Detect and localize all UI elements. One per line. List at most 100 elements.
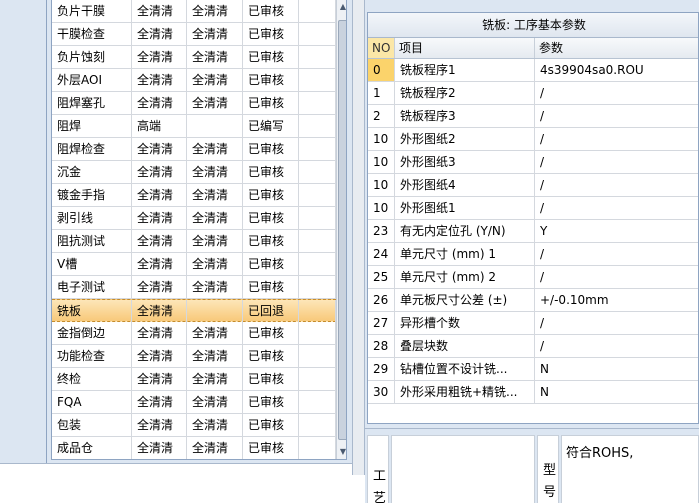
param-row[interactable]: 10 外形图纸1/ (368, 197, 698, 220)
process-mode-cell: 全清清 (132, 184, 187, 206)
process-audit-cell: 已审核 (243, 322, 299, 344)
process-grid-scrollbar[interactable]: ▲ ▼ (336, 0, 346, 459)
process-status-cell: 全清清 (187, 46, 243, 68)
process-extra-cell (299, 230, 336, 252)
process-row[interactable]: 干膜检查 全清清 全清清 已审核 (52, 23, 336, 46)
param-row[interactable]: 10 外形图纸4/ (368, 174, 698, 197)
process-row[interactable]: 外层AOI 全清清 全清清 已审核 (52, 69, 336, 92)
process-status-cell: 全清清 (187, 0, 243, 22)
process-row[interactable]: 阻抗测试 全清清 全清清 已审核 (52, 230, 336, 253)
param-item-cell: 有无内定位孔 (Y/N) (395, 220, 535, 242)
process-audit-cell: 已编写 (243, 115, 299, 137)
process-mode-cell: 全清清 (132, 322, 187, 344)
process-row[interactable]: 沉金 全清清 全清清 已审核 (52, 161, 336, 184)
process-field[interactable] (391, 435, 535, 503)
param-row[interactable]: 24 单元尺寸 (mm) 1/ (368, 243, 698, 266)
process-row[interactable]: 镀金手指 全清清 全清清 已审核 (52, 184, 336, 207)
process-audit-cell: 已审核 (243, 138, 299, 160)
process-row[interactable]: 功能检查 全清清 全清清 已审核 (52, 345, 336, 368)
model-field[interactable]: 符合ROHS, (561, 435, 699, 503)
param-value-cell: / (535, 105, 698, 127)
params-title: 铣板: 工序基本参数 (368, 13, 698, 38)
model-label-box: 型号 (537, 435, 559, 503)
process-status-cell: 全清清 (187, 345, 243, 367)
param-value-cell: / (535, 128, 698, 150)
param-value-cell: / (535, 312, 698, 334)
param-row[interactable]: 0 铣板程序1 4s39904sa0.ROU (368, 59, 698, 82)
process-row[interactable]: FQA 全清清 全清清 已审核 (52, 391, 336, 414)
process-name-cell: 负片干膜 (52, 0, 132, 22)
process-audit-cell: 已审核 (243, 368, 299, 390)
process-name-cell: 阻焊检查 (52, 138, 132, 160)
params-header-row: NO 项目 参数 (368, 38, 698, 59)
process-audit-cell: 已审核 (243, 161, 299, 183)
process-extra-cell (299, 23, 336, 45)
process-name-cell: 沉金 (52, 161, 132, 183)
process-name-cell: 镀金手指 (52, 184, 132, 206)
param-row[interactable]: 28 叠层块数 / (368, 335, 698, 358)
process-audit-cell: 已审核 (243, 0, 299, 22)
process-extra-cell (299, 115, 336, 137)
process-row[interactable]: 成品仓 全清清 全清清 已审核 (52, 437, 336, 459)
process-status-cell: 全清清 (187, 138, 243, 160)
detail-area: 工艺 型号 符合ROHS, (365, 428, 699, 503)
left-nav-strip (0, 0, 47, 463)
process-row[interactable]: 剥引线 全清清 全清清 已审核 (52, 207, 336, 230)
param-row[interactable]: 10 外形图纸3/ (368, 151, 698, 174)
process-row[interactable]: 电子测试 全清清 全清清 已审核 (52, 276, 336, 299)
process-status-cell (187, 115, 243, 137)
param-row[interactable]: 25 单元尺寸 (mm) 2/ (368, 266, 698, 289)
process-name-cell: 电子测试 (52, 276, 132, 298)
model-label: 型号 (543, 463, 557, 500)
param-row[interactable]: 27 异形槽个数 / (368, 312, 698, 335)
scroll-down-icon[interactable]: ▼ (338, 447, 346, 457)
splitter-bottom (352, 475, 365, 503)
panel-splitter[interactable] (352, 0, 365, 475)
process-mode-cell: 全清清 (132, 92, 187, 114)
process-mode-cell: 全清清 (132, 300, 187, 322)
process-status-cell: 全清清 (187, 161, 243, 183)
scroll-up-icon[interactable]: ▲ (338, 2, 346, 12)
param-item-cell: 单元尺寸 (mm) 1 (395, 243, 535, 265)
param-item-cell: 叠层块数 (395, 335, 535, 357)
model-value: 符合ROHS, (566, 446, 634, 461)
process-name-cell: 铣板 (52, 300, 132, 322)
param-no-cell: 25 (368, 266, 395, 288)
params-table: 铣板: 工序基本参数 NO 项目 参数 0 铣板程序1 4s39904sa0.ROU… (367, 12, 699, 424)
process-row[interactable]: 阻焊塞孔 全清清 全清清 已审核 (52, 92, 336, 115)
param-row[interactable]: 1 铣板程序2/ (368, 82, 698, 105)
process-row[interactable]: 负片干膜 全清清 全清清 已审核 (52, 0, 336, 23)
param-no-cell: 26 (368, 289, 395, 311)
header-value[interactable]: 参数 (535, 38, 698, 58)
process-row[interactable]: 金指倒边 全清清 全清清 已审核 (52, 322, 336, 345)
process-row[interactable]: 铣板 全清清 已回退 (52, 299, 336, 322)
process-row[interactable]: 阻焊 高端 已编写 (52, 115, 336, 138)
process-extra-cell (299, 414, 336, 436)
process-audit-cell: 已回退 (243, 300, 299, 322)
process-audit-cell: 已审核 (243, 69, 299, 91)
process-audit-cell: 已审核 (243, 92, 299, 114)
header-item[interactable]: 项目 (395, 38, 535, 58)
header-no[interactable]: NO (368, 38, 395, 58)
process-extra-cell (299, 253, 336, 275)
param-row[interactable]: 30 外形采用粗铣+精铣... N (368, 381, 698, 404)
param-value-cell: / (535, 243, 698, 265)
param-item-cell: 铣板程序2 (395, 82, 535, 104)
param-row[interactable]: 2 铣板程序3/ (368, 105, 698, 128)
param-item-cell: 异形槽个数 (395, 312, 535, 334)
param-no-cell: 27 (368, 312, 395, 334)
process-row[interactable]: 阻焊检查 全清清 全清清 已审核 (52, 138, 336, 161)
scrollbar-thumb[interactable] (338, 20, 346, 440)
process-row[interactable]: 终检 全清清 全清清 已审核 (52, 368, 336, 391)
process-status-cell: 全清清 (187, 391, 243, 413)
param-row[interactable]: 26 单元板尺寸公差 (±) +/-0.10mm (368, 289, 698, 312)
process-extra-cell (299, 276, 336, 298)
process-row[interactable]: V槽 全清清 全清清 已审核 (52, 253, 336, 276)
process-status-cell: 全清清 (187, 437, 243, 459)
param-row[interactable]: 29 钻槽位置不设计铣... N (368, 358, 698, 381)
param-row[interactable]: 23 有无内定位孔 (Y/N) Y (368, 220, 698, 243)
param-row[interactable]: 10 外形图纸2/ (368, 128, 698, 151)
process-row[interactable]: 负片蚀刻 全清清 全清清 已审核 (52, 46, 336, 69)
process-row[interactable]: 包装 全清清 全清清 已审核 (52, 414, 336, 437)
process-label: 工艺 (373, 469, 387, 503)
